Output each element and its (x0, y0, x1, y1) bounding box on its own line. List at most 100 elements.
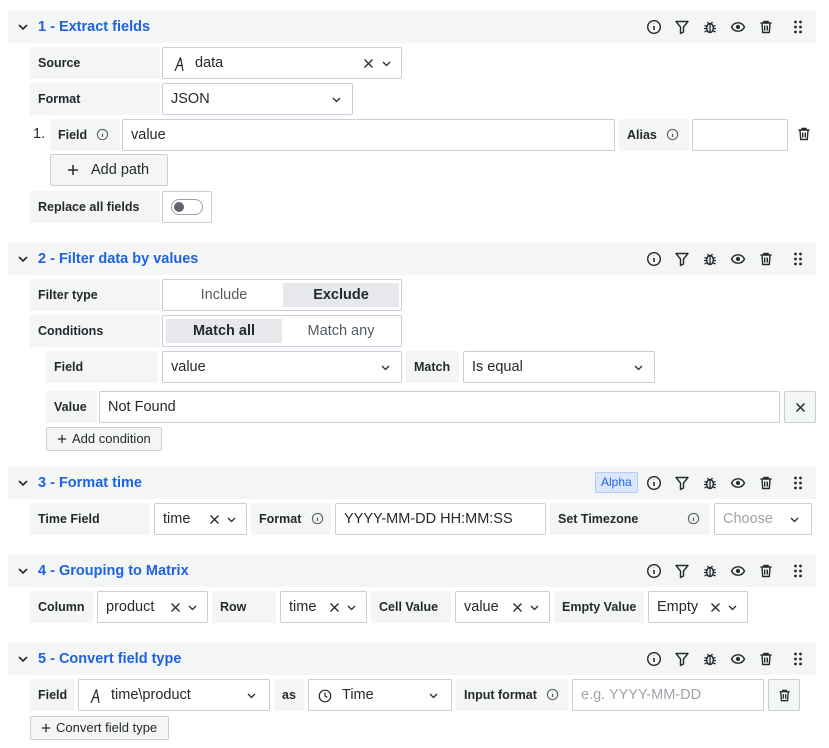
match-any-option[interactable]: Match any (283, 319, 399, 343)
column-select[interactable]: product (97, 591, 208, 623)
field-input[interactable]: value (122, 119, 615, 151)
clear-icon[interactable] (329, 602, 340, 613)
drag-handle-icon[interactable] (790, 563, 806, 579)
time-format-input[interactable]: YYYY-MM-DD HH:MM:SS (335, 503, 546, 535)
empty-value-select[interactable]: Empty (648, 591, 748, 623)
exclude-option[interactable]: Exclude (283, 283, 399, 307)
chevron-down-icon[interactable] (529, 602, 540, 613)
eye-icon[interactable] (730, 563, 746, 579)
drag-handle-icon[interactable] (790, 475, 806, 491)
input-format-placeholder: e.g. YYYY-MM-DD (581, 687, 702, 703)
chevron-down-icon[interactable] (16, 564, 30, 578)
bug-icon[interactable] (702, 251, 718, 267)
cell-value: value (464, 599, 499, 615)
chevron-down-icon[interactable] (331, 94, 342, 105)
bug-icon[interactable] (702, 19, 718, 35)
eye-icon[interactable] (730, 19, 746, 35)
chevron-down-icon[interactable] (16, 652, 30, 666)
row-select[interactable]: time (280, 591, 367, 623)
trash-icon[interactable] (758, 19, 774, 35)
source-select[interactable]: data (162, 47, 402, 79)
info-icon[interactable] (646, 651, 662, 667)
info-icon[interactable] (646, 563, 662, 579)
chevron-down-icon[interactable] (187, 602, 198, 613)
chevron-down-icon[interactable] (226, 514, 237, 525)
condition-value-input[interactable]: Not Found (99, 391, 780, 423)
conditions-radio: Match all Match any (162, 315, 402, 347)
timezone-select[interactable]: Choose (714, 503, 812, 535)
chevron-down-icon[interactable] (246, 690, 257, 701)
bug-icon[interactable] (702, 475, 718, 491)
cell-value-select[interactable]: value (455, 591, 550, 623)
convert-type-select[interactable]: Time (308, 679, 452, 711)
drag-handle-icon[interactable] (790, 19, 806, 35)
match-all-option[interactable]: Match all (166, 319, 282, 343)
chevron-down-icon[interactable] (381, 58, 392, 69)
eye-icon[interactable] (730, 475, 746, 491)
as-label: as (274, 679, 304, 711)
chevron-down-icon[interactable] (789, 514, 800, 525)
trash-icon[interactable] (758, 251, 774, 267)
info-icon[interactable] (646, 251, 662, 267)
chevron-down-icon[interactable] (16, 476, 30, 490)
chevron-down-icon[interactable] (633, 362, 644, 373)
info-icon[interactable] (311, 512, 324, 525)
toggle-knob (174, 202, 184, 212)
section-header[interactable]: 4 - Grouping to Matrix (8, 555, 816, 587)
clear-icon[interactable] (710, 602, 721, 613)
chevron-down-icon[interactable] (346, 602, 357, 613)
trash-icon[interactable] (758, 651, 774, 667)
chevron-down-icon[interactable] (727, 602, 738, 613)
filter-icon[interactable] (674, 563, 690, 579)
cell-value-label: Cell Value (371, 591, 451, 623)
section-header[interactable]: 1 - Extract fields (8, 11, 816, 43)
section-header[interactable]: 2 - Filter data by values (8, 243, 816, 275)
filter-icon[interactable] (674, 475, 690, 491)
info-icon[interactable] (96, 128, 109, 141)
input-format-input[interactable]: e.g. YYYY-MM-DD (572, 679, 764, 711)
info-icon[interactable] (546, 688, 559, 701)
match-select[interactable]: Is equal (463, 351, 655, 383)
chevron-down-icon[interactable] (428, 690, 439, 701)
column-value: product (106, 599, 155, 615)
info-icon[interactable] (646, 19, 662, 35)
clear-icon[interactable] (209, 514, 220, 525)
clear-icon[interactable] (512, 602, 523, 613)
drag-handle-icon[interactable] (790, 651, 806, 667)
section-header[interactable]: 3 - Format time Alpha (8, 467, 816, 499)
time-format-value: YYYY-MM-DD HH:MM:SS (344, 511, 513, 527)
chevron-down-icon[interactable] (380, 362, 391, 373)
bug-icon[interactable] (702, 651, 718, 667)
chevron-down-icon[interactable] (16, 252, 30, 266)
eye-icon[interactable] (730, 251, 746, 267)
trash-icon[interactable] (796, 126, 812, 142)
bug-icon[interactable] (702, 563, 718, 579)
section-header[interactable]: 5 - Convert field type (8, 643, 816, 675)
time-field-select[interactable]: time (154, 503, 247, 535)
filter-icon[interactable] (674, 19, 690, 35)
info-icon[interactable] (666, 128, 679, 141)
filter-icon[interactable] (674, 251, 690, 267)
info-icon[interactable] (687, 512, 700, 525)
include-option[interactable]: Include (166, 283, 282, 307)
chevron-down-icon[interactable] (16, 20, 30, 34)
remove-condition-button[interactable] (784, 391, 816, 423)
replace-all-toggle[interactable] (162, 191, 212, 223)
filter-icon[interactable] (674, 651, 690, 667)
trash-icon[interactable] (758, 563, 774, 579)
clear-icon[interactable] (170, 602, 181, 613)
eye-icon[interactable] (730, 651, 746, 667)
drag-handle-icon[interactable] (790, 251, 806, 267)
field-label: Field (50, 119, 120, 151)
convert-field-type-button[interactable]: Convert field type (30, 716, 169, 740)
remove-conversion-button[interactable] (768, 679, 800, 711)
info-icon[interactable] (646, 475, 662, 491)
add-condition-button[interactable]: Add condition (46, 427, 162, 451)
trash-icon[interactable] (758, 475, 774, 491)
condition-field-select[interactable]: value (162, 351, 402, 383)
alias-input[interactable] (692, 119, 788, 151)
clear-icon[interactable] (363, 58, 374, 69)
add-path-button[interactable]: Add path (50, 154, 168, 186)
convert-field-select[interactable]: time\product (78, 679, 270, 711)
format-select[interactable]: JSON (162, 83, 353, 115)
